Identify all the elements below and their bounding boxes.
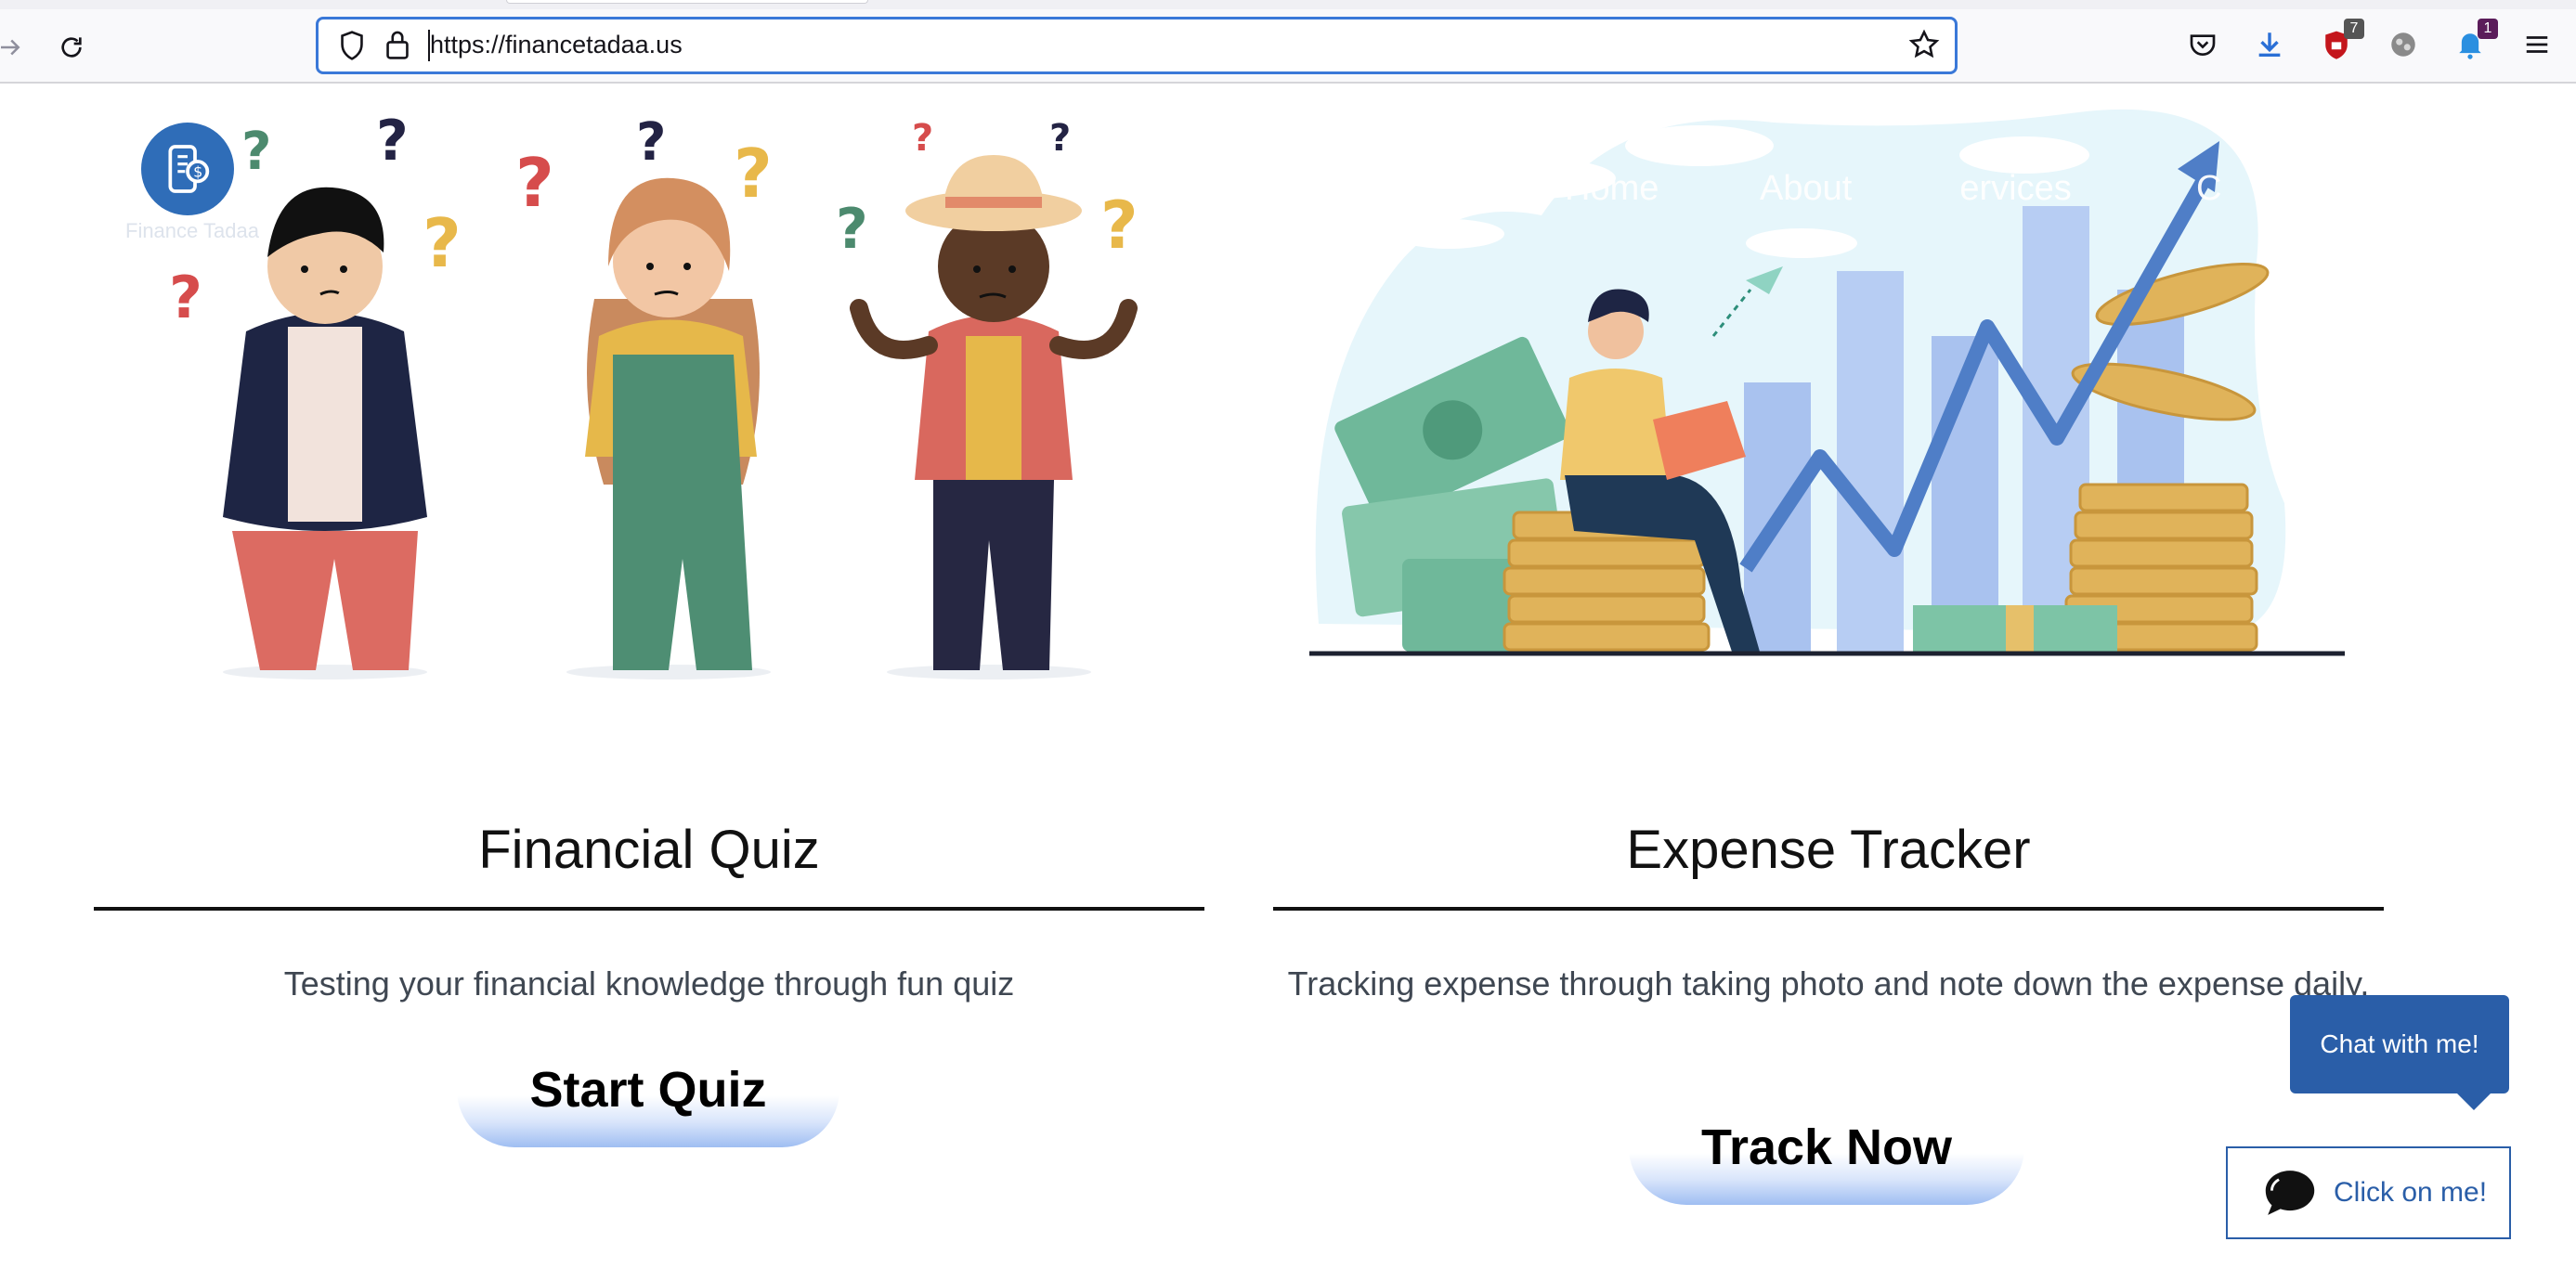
- chat-icon: [2265, 1171, 2315, 1215]
- nav-contact[interactable]: C: [2196, 169, 2221, 209]
- svg-text:$: $: [193, 163, 202, 181]
- web-page: ? ? ? ? ? ? ? ? ? ? ? $ Finance Tadaa Ho…: [0, 85, 2576, 1268]
- quiz-title: Financial Quiz: [478, 820, 820, 880]
- browser-toolbar: https://financetadaa.us 7 1: [0, 0, 2576, 84]
- svg-text:?: ?: [169, 264, 202, 331]
- confused-people-illustration: ? ? ? ? ? ? ? ? ? ? ?: [169, 109, 1138, 679]
- nav-about[interactable]: About: [1760, 169, 1852, 209]
- tracker-title: Expense Tracker: [1626, 820, 2031, 880]
- quiz-divider: [94, 907, 1204, 911]
- svg-text:?: ?: [734, 135, 773, 213]
- shield-icon[interactable]: [337, 30, 367, 66]
- svg-text:?: ?: [1049, 117, 1071, 160]
- chat-button[interactable]: Click on me!: [2226, 1146, 2511, 1239]
- svg-text:?: ?: [636, 112, 666, 173]
- download-icon[interactable]: [2249, 24, 2290, 65]
- chat-button-label: Click on me!: [2334, 1177, 2488, 1208]
- track-now-button[interactable]: Track Now: [1629, 1090, 2024, 1205]
- phone-dollar-icon: $: [168, 145, 210, 193]
- site-logo[interactable]: $: [141, 123, 234, 215]
- svg-text:?: ?: [515, 144, 554, 222]
- reload-icon[interactable]: [48, 24, 95, 71]
- svg-text:?: ?: [836, 197, 868, 262]
- chat-bubble[interactable]: Chat with me!: [2290, 995, 2509, 1110]
- logo-text: Finance Tadaa: [125, 219, 259, 242]
- quiz-card: Financial Quiz Testing your financial kn…: [94, 819, 1204, 1013]
- tracker-divider: [1273, 907, 2384, 911]
- start-quiz-button[interactable]: Start Quiz: [457, 1032, 839, 1147]
- tracker-card: Expense Tracker Tracking expense through…: [1273, 819, 2384, 1013]
- notification-badge: 1: [2478, 19, 2498, 39]
- notification-icon[interactable]: 1: [2450, 19, 2498, 65]
- pocket-icon[interactable]: [2182, 24, 2223, 65]
- svg-text:?: ?: [241, 122, 271, 182]
- ublock-badge: 7: [2344, 19, 2364, 39]
- svg-text:?: ?: [912, 117, 933, 160]
- url-text[interactable]: https://financetadaa.us: [430, 31, 683, 59]
- svg-text:?: ?: [423, 204, 462, 282]
- menu-icon[interactable]: [2517, 24, 2557, 65]
- nav-home[interactable]: Home: [1565, 169, 1659, 209]
- ublock-icon[interactable]: 7: [2316, 19, 2364, 65]
- tab-strip: [0, 0, 2576, 9]
- active-tab-edge[interactable]: [506, 0, 868, 4]
- svg-text:?: ?: [1100, 188, 1138, 264]
- extension-icon[interactable]: [2383, 24, 2424, 65]
- svg-text:?: ?: [376, 109, 409, 174]
- forward-icon[interactable]: [0, 24, 33, 71]
- url-bar[interactable]: https://financetadaa.us: [316, 17, 1958, 74]
- star-icon[interactable]: [1908, 29, 1940, 65]
- lock-icon[interactable]: [384, 29, 411, 65]
- quiz-description: Testing your financial knowledge through…: [283, 964, 1015, 1003]
- tracker-description: Tracking expense through taking photo an…: [1287, 964, 2370, 1003]
